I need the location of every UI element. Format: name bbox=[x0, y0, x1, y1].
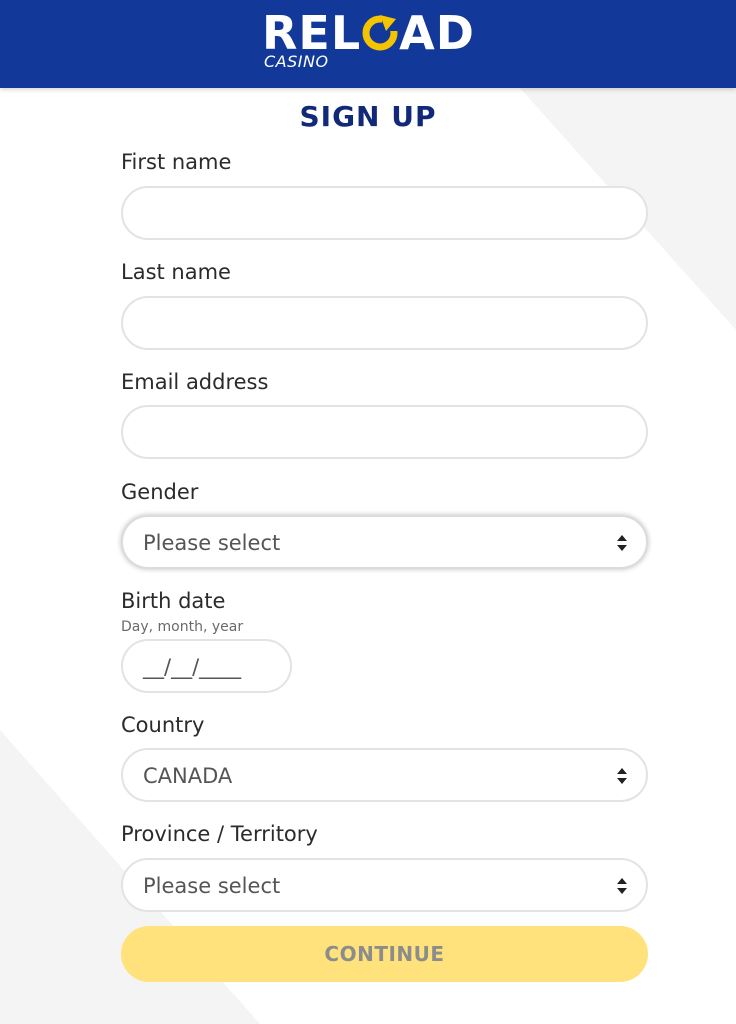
country-label: Country bbox=[121, 713, 205, 737]
first-name-input[interactable] bbox=[121, 186, 648, 240]
logo-text-right: AD bbox=[399, 6, 475, 60]
birth-date-input[interactable]: __/__/____ bbox=[121, 639, 292, 693]
sort-icon bbox=[617, 878, 627, 894]
reload-casino-logo[interactable]: REL AD CASINO bbox=[262, 10, 512, 76]
country-select[interactable]: CANADA bbox=[121, 748, 648, 802]
gender-select[interactable]: Please select bbox=[121, 515, 648, 569]
sort-icon bbox=[617, 768, 627, 784]
email-input[interactable] bbox=[121, 405, 648, 459]
logo-wordmark: REL AD bbox=[262, 10, 475, 56]
last-name-input[interactable] bbox=[121, 296, 648, 350]
reload-arrow-icon bbox=[362, 15, 399, 51]
gender-label: Gender bbox=[121, 480, 199, 504]
first-name-label: First name bbox=[121, 150, 232, 174]
birth-date-mask: __/__/____ bbox=[143, 655, 242, 679]
site-header: REL AD CASINO bbox=[0, 0, 736, 88]
country-select-value: CANADA bbox=[143, 764, 233, 788]
birth-date-hint: Day, month, year bbox=[121, 619, 244, 635]
email-label: Email address bbox=[121, 370, 269, 394]
sort-icon bbox=[617, 535, 627, 551]
province-select-value: Please select bbox=[143, 874, 281, 898]
birth-date-label: Birth date bbox=[121, 589, 226, 613]
province-label: Province / Territory bbox=[121, 822, 318, 846]
page-title: SIGN UP bbox=[299, 100, 437, 133]
logo-subtitle: CASINO bbox=[264, 52, 329, 71]
province-select[interactable]: Please select bbox=[121, 858, 648, 912]
gender-select-value: Please select bbox=[143, 531, 281, 555]
last-name-label: Last name bbox=[121, 260, 231, 284]
continue-button[interactable]: CONTINUE bbox=[121, 926, 648, 982]
